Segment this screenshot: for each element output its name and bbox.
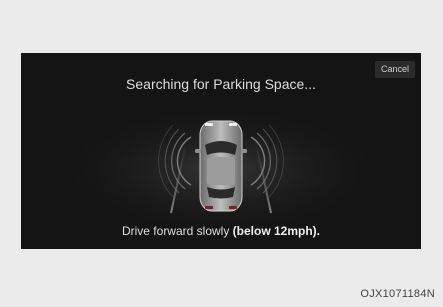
image-code-label: OJX1071184N (360, 288, 435, 300)
instruction-text: Drive forward slowly (below 12mph). (21, 223, 421, 239)
car-top-view-icon (195, 120, 247, 212)
instruction-speed-limit: (below 12mph). (232, 224, 321, 238)
instruction-prefix: Drive forward slowly (121, 224, 233, 238)
parking-assist-screen: Cancel Searching for Parking Space... Dr… (21, 53, 421, 249)
parking-scene (51, 93, 391, 233)
